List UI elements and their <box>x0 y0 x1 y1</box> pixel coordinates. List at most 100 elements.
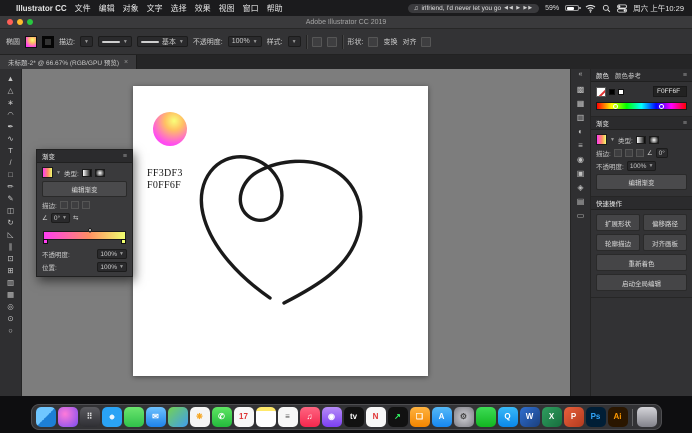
reverse-gradient-icon[interactable]: ⇆ <box>73 214 78 222</box>
dock-item-books[interactable]: ❏ <box>409 407 430 427</box>
zoom-tool[interactable]: ○ <box>3 324 19 336</box>
gradient-thumbnail[interactable] <box>42 167 53 178</box>
type-tool[interactable]: T <box>3 144 19 156</box>
layers-panel-icon[interactable]: ▤ <box>574 196 588 207</box>
color-panel-icon[interactable]: ▩ <box>574 84 588 95</box>
panel-menu-icon[interactable]: ≡ <box>683 72 687 79</box>
line-segment-tool[interactable]: / <box>3 156 19 168</box>
stroke-panel-icon[interactable]: ≡ <box>574 140 588 151</box>
gradient-panel-tab[interactable]: 渐变 <box>42 151 55 161</box>
color-spectrum-bar[interactable] <box>596 102 687 110</box>
quick-action-button[interactable]: 轮廓描边 <box>596 234 640 251</box>
align-link[interactable]: 对齐 <box>402 37 416 47</box>
gradient-slider[interactable] <box>43 227 126 244</box>
angle-field[interactable]: 0° <box>655 148 668 158</box>
black-swatch[interactable] <box>609 88 615 95</box>
minimize-window-button[interactable] <box>17 19 23 25</box>
edit-gradient-button[interactable]: 编辑渐变 <box>42 181 127 197</box>
gradient-panel[interactable]: 渐变 ≡ ▼ 类型: 编辑渐变 描边: ∠ 0° ▼ ⇆ 不透明度: 100% … <box>36 149 133 277</box>
dock-item-reminders[interactable]: ≡ <box>277 407 298 427</box>
gradient-stop-end[interactable] <box>121 239 126 244</box>
radial-gradient-button[interactable] <box>94 168 105 177</box>
white-swatch[interactable] <box>618 88 624 95</box>
edit-gradient-button[interactable]: 编辑渐变 <box>596 174 687 190</box>
paintbrush-tool[interactable]: ✏ <box>3 180 19 192</box>
stroke-weight-field[interactable]: ▼ <box>79 36 93 47</box>
playback-controls[interactable]: ◀◀ ▶ ▶▶ <box>504 5 533 11</box>
dock-item-podcasts[interactable]: ◉ <box>321 407 342 427</box>
menu-item[interactable]: 编辑 <box>99 3 115 14</box>
menu-item[interactable]: 选择 <box>171 3 187 14</box>
menu-app-name[interactable]: Illustrator CC <box>16 4 67 13</box>
width-tool[interactable]: ∥ <box>3 240 19 252</box>
now-playing-widget[interactable]: ♫ irlfriend, I'd never let you go ◀◀ ▶ ▶… <box>407 3 540 13</box>
canvas[interactable]: FF3DF3 F0FF6F 渐变 ≡ ▼ 类型: 编辑渐变 描边: ∠ 0° ▼… <box>22 69 570 396</box>
linear-gradient-button[interactable] <box>81 168 92 177</box>
gradient-tool[interactable]: ▥ <box>3 276 19 288</box>
dock-item-news[interactable]: N <box>365 407 386 427</box>
quick-action-button[interactable]: 重新着色 <box>596 254 687 271</box>
artboards-panel-icon[interactable]: ▭ <box>574 210 588 221</box>
dock-item-divider[interactable] <box>631 408 633 426</box>
direct-selection-tool[interactable]: △ <box>3 84 19 96</box>
dock-item-photos[interactable]: ❋ <box>189 407 210 427</box>
dock-item-stocks[interactable]: ↗ <box>387 407 408 427</box>
dock-item-messages[interactable] <box>123 407 144 427</box>
pen-tool[interactable]: ✒ <box>3 120 19 132</box>
heart-path[interactable] <box>199 155 363 305</box>
dock-item-photoshop[interactable]: Ps <box>585 407 606 427</box>
select-similar-icon[interactable] <box>326 36 337 47</box>
stroke-within-icon[interactable] <box>59 201 68 209</box>
fill-color-swatch[interactable] <box>25 35 37 48</box>
free-transform-tool[interactable]: ⊡ <box>3 252 19 264</box>
menu-item[interactable]: 对象 <box>123 3 139 14</box>
scale-tool[interactable]: ◺ <box>3 228 19 240</box>
quick-action-button[interactable]: 启动全局编辑 <box>596 274 687 291</box>
panel-menu-icon[interactable]: ≡ <box>123 153 127 160</box>
shape-properties-icon[interactable] <box>368 36 379 47</box>
wifi-icon[interactable] <box>585 4 596 13</box>
radial-gradient-button[interactable] <box>648 135 659 144</box>
dock-item-siri[interactable] <box>57 407 78 427</box>
menu-item[interactable]: 文件 <box>75 3 91 14</box>
transform-link[interactable]: 变换 <box>383 37 397 47</box>
dock-item-tv[interactable]: tv <box>343 407 364 427</box>
gradient-location-field[interactable]: 100% ▼ <box>97 262 127 272</box>
eyedropper-tool[interactable]: ◎ <box>3 300 19 312</box>
dock-item-word[interactable]: W <box>519 407 540 427</box>
dock-item-wechat[interactable] <box>475 407 496 427</box>
mesh-tool[interactable]: ▦ <box>3 288 19 300</box>
menu-item[interactable]: 帮助 <box>267 3 283 14</box>
gradient-stop-start[interactable] <box>43 239 48 244</box>
dock-item-safari[interactable] <box>101 407 122 427</box>
angle-field[interactable]: 0° ▼ <box>50 213 70 223</box>
rectangle-tool[interactable]: □ <box>3 168 19 180</box>
gradient-panel-icon[interactable]: ▥ <box>574 112 588 123</box>
stroke-along-icon[interactable] <box>624 149 633 157</box>
arrange-documents-icon[interactable] <box>421 36 432 47</box>
zoom-window-button[interactable] <box>27 19 33 25</box>
opacity-field[interactable]: 100% ▼ <box>626 161 657 171</box>
quick-action-button[interactable]: 对齐画板 <box>643 234 687 251</box>
color-panel-tab[interactable]: 颜色 <box>596 70 609 80</box>
stroke-within-icon[interactable] <box>613 149 622 157</box>
opacity-field[interactable]: 100% ▼ <box>227 36 262 47</box>
menu-item[interactable]: 窗口 <box>243 3 259 14</box>
curvature-tool[interactable]: ∿ <box>3 132 19 144</box>
lasso-tool[interactable]: ◠ <box>3 108 19 120</box>
battery-icon[interactable] <box>565 5 582 11</box>
dock-item-qq[interactable]: Q <box>497 407 518 427</box>
eraser-tool[interactable]: ◫ <box>3 204 19 216</box>
rotate-tool[interactable]: ↻ <box>3 216 19 228</box>
heart-path-object[interactable] <box>133 86 428 376</box>
blend-tool[interactable]: ⊙ <box>3 312 19 324</box>
none-color-swatch[interactable] <box>596 86 606 97</box>
dock-item-powerpoint[interactable]: P <box>563 407 584 427</box>
stroke-across-icon[interactable] <box>635 149 644 157</box>
magic-wand-tool[interactable]: ∗ <box>3 96 19 108</box>
panel-menu-icon[interactable]: ≡ <box>683 120 687 127</box>
quick-action-button[interactable]: 偏移路径 <box>643 214 687 231</box>
spectrum-marker[interactable] <box>613 103 619 109</box>
shape-builder-tool[interactable]: ⊞ <box>3 264 19 276</box>
dock-item-trash[interactable] <box>636 407 657 427</box>
